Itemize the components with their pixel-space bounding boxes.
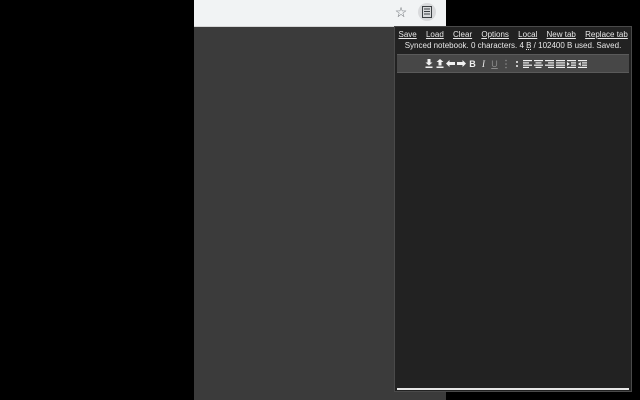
menu-bar: Save Load Clear Options Local New tab Re…: [395, 27, 631, 53]
notebook-icon[interactable]: [418, 3, 436, 21]
align-left-icon[interactable]: [523, 57, 533, 71]
italic-icon[interactable]: I: [479, 57, 489, 71]
arrow-right-icon[interactable]: [457, 57, 467, 71]
toolbar-buttons: B I U: [423, 55, 588, 72]
clear-link[interactable]: Clear: [453, 30, 472, 39]
options-link[interactable]: Options: [481, 30, 509, 39]
status-text: Synced notebook. 0 characters. 4 B / 102…: [395, 40, 631, 52]
notebook-popup: Save Load Clear Options Local New tab Re…: [394, 26, 632, 392]
underline-icon[interactable]: U: [490, 57, 500, 71]
browser-toolbar: ☆: [194, 0, 446, 27]
align-justify-icon[interactable]: [556, 57, 566, 71]
arrow-left-icon[interactable]: [446, 57, 456, 71]
bold-icon[interactable]: B: [468, 57, 478, 71]
editor-bottom-border: [397, 388, 629, 390]
save-link[interactable]: Save: [399, 30, 417, 39]
status-prefix: Synced notebook. 0 characters. 4: [404, 41, 527, 50]
load-link[interactable]: Load: [426, 30, 444, 39]
star-icon[interactable]: ☆: [394, 5, 408, 19]
browser-window: ☆ Save Load Clear Options Local New tab …: [194, 0, 632, 400]
align-right-icon[interactable]: [545, 57, 555, 71]
local-link[interactable]: Local: [518, 30, 537, 39]
new-tab-link[interactable]: New tab: [547, 30, 576, 39]
list-icon[interactable]: [501, 57, 511, 71]
download-icon[interactable]: [424, 57, 434, 71]
note-editor[interactable]: [397, 74, 629, 386]
align-center-icon[interactable]: [534, 57, 544, 71]
indent-icon[interactable]: [567, 57, 577, 71]
more-icon[interactable]: [512, 57, 522, 71]
status-suffix: / 102400 B used. Saved.: [531, 41, 622, 50]
format-toolbar: B I U: [397, 54, 629, 73]
upload-icon[interactable]: [435, 57, 445, 71]
outdent-icon[interactable]: [578, 57, 588, 71]
replace-tab-link[interactable]: Replace tab: [585, 30, 628, 39]
